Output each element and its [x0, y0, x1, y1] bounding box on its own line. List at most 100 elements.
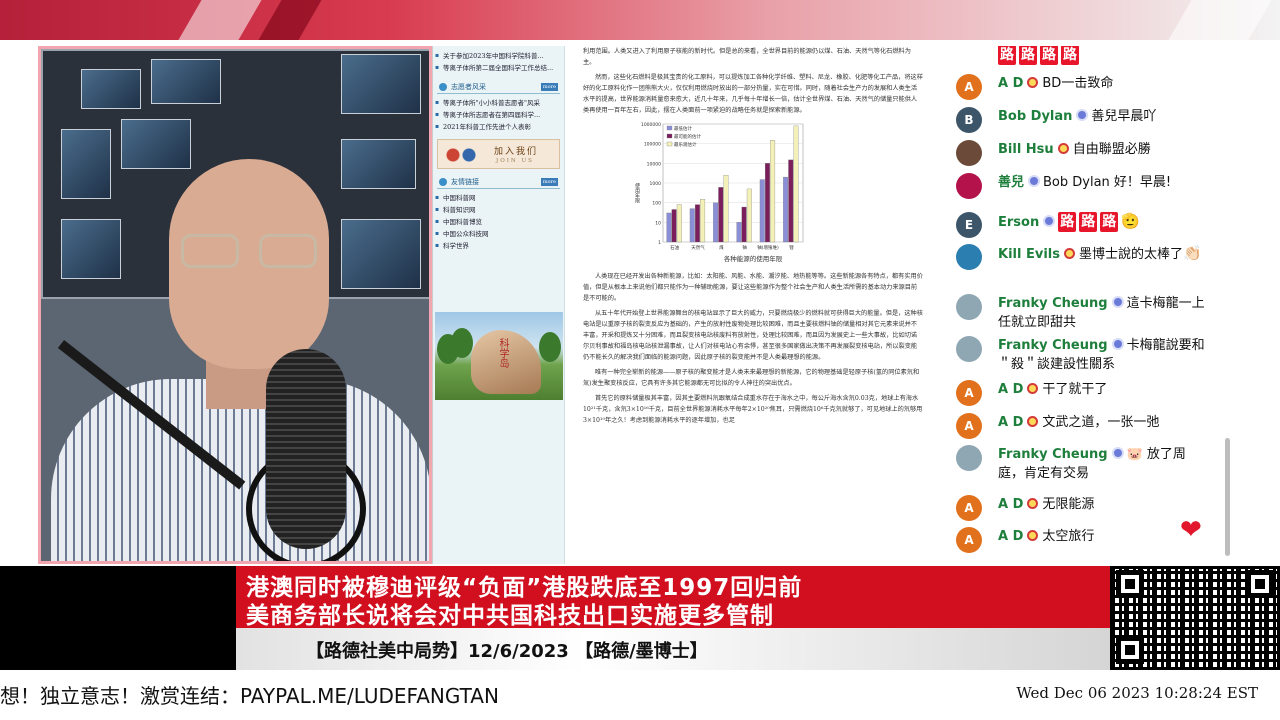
chat-author[interactable]: Franky Cheung [998, 338, 1108, 353]
chat-author[interactable]: Bill Hsu [998, 142, 1054, 157]
heart-icon[interactable]: ❤ [1180, 515, 1202, 545]
x-tick-label: 石油 [670, 244, 679, 251]
member-badge-icon [1057, 143, 1069, 154]
avatar[interactable] [956, 244, 982, 270]
avatar[interactable] [956, 294, 982, 320]
bar [788, 159, 794, 243]
chat-text: Bob Dylan 好！早晨! [1043, 175, 1172, 190]
legend-swatch [666, 125, 673, 131]
chat-message: A A D BD一击致命 [956, 74, 1208, 100]
chat-author[interactable]: A D [998, 382, 1023, 397]
section-title: 友情链接 [451, 178, 479, 186]
chat-scrollbar[interactable] [1225, 438, 1230, 556]
chat-author[interactable]: Kill Evils [998, 247, 1060, 262]
microphone [266, 349, 346, 549]
sidebar-link[interactable]: 中国科普网 [433, 192, 564, 204]
avatar[interactable]: A [956, 74, 982, 100]
live-chat: 路路路路 AA D BD一击致命 B Bob Dylan 善兒早晨吖 Bill Hsu 自由… [952, 46, 1244, 564]
y-tick-label: 100 [652, 201, 661, 207]
road-emote: 路 [1058, 212, 1077, 232]
section-heading-volunteers: 志愿者风采 more [437, 80, 560, 94]
member-badge-icon [1076, 109, 1089, 121]
bar [741, 206, 747, 243]
chart-caption: 各种能源的使用年限 [723, 255, 783, 263]
chat-author[interactable]: A D [998, 529, 1023, 544]
sidebar-link[interactable]: 关于参加2023年中国科学院科普... [433, 50, 564, 62]
chat-message-body: Kill Evils 墨博士說的太棒了👏🏻 [998, 244, 1208, 264]
chat-author[interactable]: Franky Cheung [998, 447, 1108, 462]
article-paragraph: 首先它的原料储量极其丰富，因其主要燃料氘跟氧结合成重水存在于海水之中，每公斤海水… [583, 395, 923, 424]
chat-author[interactable]: Erson [998, 215, 1039, 230]
chat-author[interactable]: A D [998, 415, 1023, 430]
bar [736, 222, 742, 243]
member-badge-icon [1043, 215, 1056, 227]
member-badge-icon [1027, 416, 1039, 427]
chat-author[interactable]: 善兒 [998, 175, 1024, 190]
sidebar-link[interactable]: 科学世界 [433, 240, 564, 252]
avatar[interactable]: A [956, 495, 982, 521]
more-link[interactable]: more [540, 83, 558, 91]
avatar[interactable]: A [956, 527, 982, 553]
sidebar-link[interactable]: 等离子体所第二届全国科学工作总结... [433, 62, 564, 74]
sidebar: 关于参加2023年中国科学院科普... 等离子体所第二届全国科学工作总结... … [433, 46, 565, 564]
chat-author[interactable]: A D [998, 76, 1023, 91]
avatar[interactable]: E [956, 212, 982, 238]
chat-author[interactable]: Bob Dylan [998, 109, 1072, 124]
monitor-screen [151, 59, 221, 104]
sidebar-link[interactable]: 中国科普博览 [433, 216, 564, 228]
article-paragraph: 利用范围。人类又进入了利用原子核能的新时代。但是总的来看，全世界目前的能源仍以煤… [583, 48, 911, 66]
bar [764, 163, 770, 243]
chat-message-body: Bob Dylan 善兒早晨吖 [998, 107, 1208, 126]
chat-text: 太空旅行 [1042, 529, 1095, 544]
join-us-banner[interactable]: 加入我们 JOIN US [437, 139, 560, 169]
cups-icon [441, 145, 481, 165]
qr-finder [1116, 570, 1144, 598]
avatar[interactable]: B [956, 107, 982, 133]
rock-photo: 科学岛 [435, 312, 563, 400]
chat-message: A A D 无限能源 [956, 495, 1208, 521]
avatar[interactable]: A [956, 413, 982, 439]
chat-text: 干了就干了 [1042, 382, 1108, 397]
article: 利用范围。人类又进入了利用原子核能的新时代。但是总的来看，全世界目前的能源仍以煤… [583, 46, 923, 564]
avatar[interactable] [956, 173, 982, 199]
sidebar-link[interactable]: 中国公众科技网 [433, 228, 564, 240]
sidebar-link[interactable]: 科普知识网 [433, 204, 564, 216]
chat-message-body: Franky Cheung 🐷 放了周庭，肯定有交易 [998, 445, 1208, 483]
y-tick-label: 1 [658, 240, 661, 246]
chat-message-body: Franky Cheung 這卡梅龍一上任就立即甜共 [998, 294, 1208, 332]
sidebar-link[interactable]: 等离子体所"小小科普志愿者"风采 [433, 97, 564, 109]
road-emote: 路 [1079, 212, 1098, 232]
avatar[interactable] [956, 336, 982, 362]
chart-svg: 1 10 100 1000 10000 100000 1000000 使用年限石油 天然气 煤 铀 铀… [634, 122, 804, 251]
chat-author[interactable]: Franky Cheung [998, 296, 1108, 311]
chat-author[interactable]: A D [998, 497, 1023, 512]
chat-message-body: A D BD一击致命 [998, 74, 1208, 93]
chat-message-body: A D 干了就干了 [998, 380, 1208, 399]
avatar[interactable] [956, 140, 982, 166]
sidebar-link[interactable]: 等离子体所志愿者在第四届科学... [433, 109, 564, 121]
road-emote: 路 [1040, 46, 1058, 65]
chat-message: Franky Cheung 卡梅龍說要和＂殺＂談建設性關系 [956, 336, 1208, 374]
monitor-screen [121, 119, 191, 169]
headline-bar: 港澳同时被穆迪评级“负面”港股跌底至1997回归前 美商务部长说将会对中共国科技… [236, 566, 1110, 629]
chat-text: 墨博士說的太棒了 [1078, 247, 1183, 262]
glasses [181, 234, 319, 270]
sidebar-link[interactable]: 2021年科普工作先进个人表彰 [433, 121, 564, 133]
chat-top-emotes: 路路路路 [998, 46, 1082, 65]
more-link[interactable]: more [540, 178, 558, 186]
road-emote: 路 [998, 46, 1016, 65]
avatar[interactable] [956, 445, 982, 471]
y-tick-label: 100000 [644, 142, 661, 148]
y-tick-label: 1000 [650, 181, 662, 187]
avatar[interactable]: A [956, 380, 982, 406]
bar [700, 199, 706, 243]
chat-message: A A D 文武之道，一张一弛 [956, 413, 1208, 439]
x-tick-label: 锂 [789, 244, 794, 251]
monitor-screen [341, 219, 421, 289]
article-paragraph: 然而，这些化石燃料是极其宝贵的化工原料，可以提炼加工各种化学纤维、塑料、尼龙、橡… [583, 74, 923, 114]
bar [671, 209, 677, 243]
chat-message-body: 善兒 Bob Dylan 好！早晨! [998, 173, 1208, 192]
bar [783, 176, 789, 243]
bar [793, 125, 799, 243]
road-emote: 路 [1019, 46, 1037, 65]
